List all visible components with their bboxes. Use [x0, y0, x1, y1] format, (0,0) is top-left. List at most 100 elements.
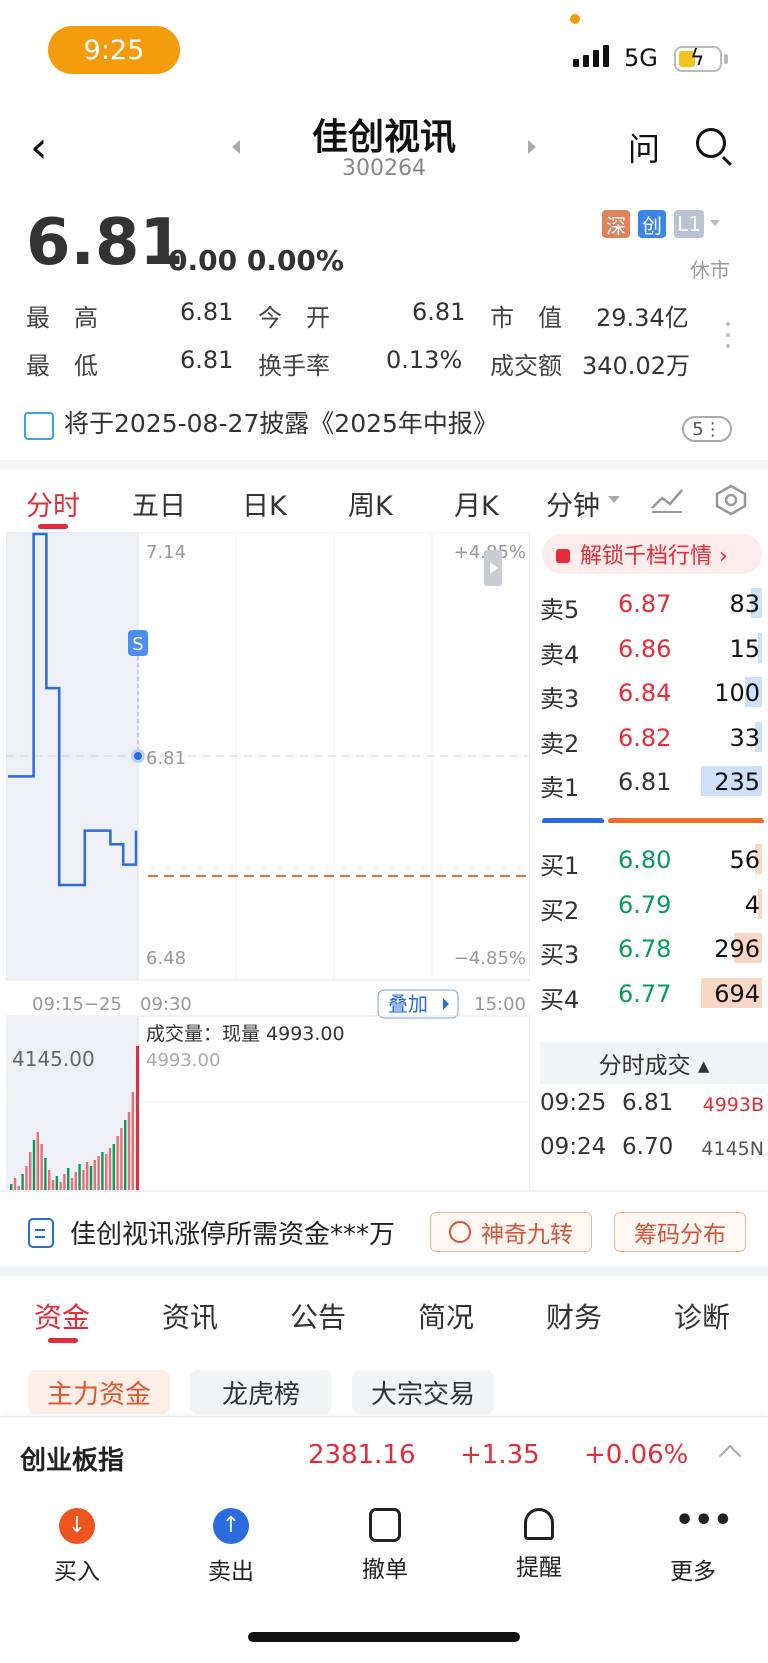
buy-arrow-icon: ↓ [59, 1508, 95, 1544]
buy-button[interactable]: ↓ 买入 [22, 1508, 132, 1586]
current-price: 6.81 [26, 206, 184, 280]
marker-label: S [132, 634, 143, 655]
ask-level-volume: 100 [714, 679, 760, 707]
ask-level-volume: 83 [729, 590, 760, 618]
volume-bar [89, 1166, 93, 1192]
minute-dropdown-icon[interactable] [608, 496, 620, 503]
alert-button[interactable]: 提醒 [484, 1508, 594, 1582]
more-button[interactable]: ••• 更多 [638, 1503, 748, 1586]
bid-level-price: 6.78 [618, 935, 672, 963]
ask-level-row[interactable]: 卖1 6.81 235 [540, 760, 762, 804]
document-icon [28, 1218, 54, 1248]
x-label-auction: 09:15−25 [32, 994, 122, 1015]
stat-value-high: 6.81 [180, 298, 234, 326]
tab-announcements[interactable]: 公告 [290, 1296, 346, 1336]
ask-level-row[interactable]: 卖4 6.86 15 [540, 627, 762, 671]
volume-bar [48, 1170, 51, 1192]
volume-bar [97, 1156, 100, 1192]
tab-active-indicator [38, 524, 68, 529]
tab-daily-k[interactable]: 日K [242, 484, 287, 523]
volume-bar [78, 1164, 81, 1192]
volume-bar [112, 1144, 115, 1192]
magic-nine-button[interactable]: 神奇九转 [430, 1212, 592, 1252]
index-value: 2381.16 [308, 1440, 416, 1470]
y-mid-label: 6.81 [146, 748, 186, 769]
battery-tip [724, 54, 728, 64]
ask-level-label: 卖3 [540, 685, 580, 713]
search-icon[interactable] [696, 128, 726, 158]
bid-ask-ratio-bar [542, 818, 764, 823]
stat-value-amount: 340.02万 [582, 352, 690, 380]
tag-shenzhen: 深 [602, 210, 630, 238]
tag-level[interactable]: L1 [674, 210, 704, 238]
index-pct: +0.06% [584, 1440, 689, 1470]
x-label-close: 15:00 [474, 994, 526, 1015]
tick-volume: 4145N [701, 1138, 764, 1160]
tab-profile[interactable]: 简况 [418, 1296, 474, 1336]
bid-level-volume: 296 [714, 935, 760, 963]
tick-trades-header[interactable]: 分时成交 ▴ [540, 1042, 768, 1084]
cancel-order-icon [369, 1508, 401, 1542]
indicator-icon[interactable] [650, 486, 684, 514]
bid-level-label: 买2 [540, 896, 580, 925]
bid-level-label: 买4 [540, 985, 580, 1014]
tab-intraday[interactable]: 分时 [26, 484, 80, 523]
sell-button[interactable]: ↑ 卖出 [176, 1508, 286, 1586]
unlock-depth-button[interactable]: 解锁千档行情 › [542, 534, 762, 574]
ask-level-row[interactable]: 卖3 6.84 100 [540, 671, 762, 715]
next-stock-icon[interactable] [528, 140, 536, 154]
chip-distribution-button[interactable]: 筹码分布 [614, 1212, 746, 1252]
more-label: 更多 [670, 1559, 716, 1585]
volume-bar [93, 1160, 96, 1192]
volume-title: 成交量：现量 4993.00 [146, 1023, 345, 1045]
ask-level-row[interactable]: 卖2 6.82 33 [540, 716, 762, 760]
index-change: +1.35 [460, 1440, 540, 1470]
battery-icon: ϟ [674, 46, 722, 72]
ask-level-row[interactable]: 卖5 6.87 83 [540, 582, 762, 626]
volume-bar [101, 1152, 104, 1192]
y-bot-label: 6.48 [146, 948, 186, 969]
chip-block-trade[interactable]: 大宗交易 [352, 1370, 494, 1414]
stat-label-high: 最 高 [26, 304, 98, 332]
tab-financials[interactable]: 财务 [546, 1296, 602, 1336]
volume-left-label: 4145.00 [12, 1047, 95, 1071]
notice-count-badge[interactable]: 5⋮ [682, 416, 732, 442]
tab-news[interactable]: 资讯 [162, 1296, 218, 1336]
chip-dragon-tiger[interactable]: 龙虎榜 [190, 1370, 332, 1414]
volume-bar [105, 1154, 108, 1192]
ask-level-price: 6.87 [618, 590, 672, 618]
ask-level-volume: 15 [729, 634, 760, 663]
tab-monthly-k[interactable]: 月K [454, 484, 499, 523]
limit-up-funds-text[interactable]: 佳创视讯涨停所需资金***万 [70, 1214, 395, 1251]
volume-bar [29, 1152, 32, 1192]
network-type: 5G [624, 44, 658, 72]
bid-level-row[interactable]: 买4 6.77 694 [540, 972, 762, 1016]
tab-funds[interactable]: 资金 [34, 1296, 90, 1336]
bid-level-volume: 56 [729, 846, 760, 874]
volume-bar [25, 1166, 28, 1192]
tab-minute[interactable]: 分钟 [546, 484, 600, 523]
bid-level-label: 买1 [540, 852, 580, 880]
chip-main-funds[interactable]: 主力资金 [28, 1370, 170, 1414]
more-dots-icon: ••• [675, 1503, 733, 1538]
volume-bar [120, 1128, 123, 1192]
tab-diagnosis[interactable]: 诊断 [674, 1296, 730, 1336]
cancel-order-button[interactable]: 撤单 [330, 1508, 440, 1584]
overlay-label: 叠加 [388, 992, 428, 1016]
settings-icon[interactable] [714, 484, 748, 516]
ask-button[interactable]: 问 [628, 124, 660, 170]
bid-level-row[interactable]: 买1 6.80 56 [540, 838, 762, 882]
bid-level-row[interactable]: 买2 6.79 4 [540, 883, 762, 927]
tag-dropdown-icon[interactable] [710, 220, 720, 226]
tab-weekly-k[interactable]: 周K [348, 484, 393, 523]
volume-bar [67, 1168, 70, 1192]
tab-5day[interactable]: 五日 [132, 484, 186, 523]
tag-chinext: 创 [638, 210, 666, 238]
intraday-chart[interactable]: 7.14 6.81 6.48 +4.85% −4.85% S 09:15−25 … [6, 532, 530, 1192]
more-stats-icon[interactable] [726, 322, 730, 355]
bid-level-row[interactable]: 买3 6.78 296 [540, 927, 762, 971]
ask-level-label: 卖4 [540, 640, 580, 669]
section-divider [0, 460, 768, 470]
volume-bar [40, 1144, 43, 1192]
report-notice[interactable]: 将于2025-08-27披露《2025年中报》 [64, 404, 498, 440]
